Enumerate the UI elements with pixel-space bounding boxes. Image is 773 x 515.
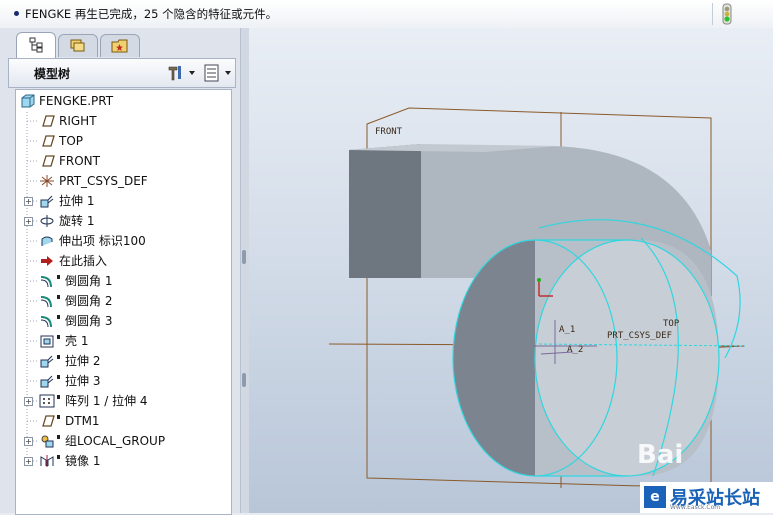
suppressed-marker-icon [57,275,60,279]
tab-model-tree[interactable] [16,32,56,58]
graphics-viewport[interactable]: FRONT TOP PRT_CSYS_DEF A_1 A_2 [249,28,773,513]
site-watermark: e 易采站长站 Www.Easck.Com [640,482,773,513]
tree-item-label: TOP [59,134,84,148]
suppressed-marker-icon [57,355,60,359]
round-icon [40,276,52,288]
navigator-pane: 模型树 FENGKE.PRT RIGHT TOP FRONT PRT_CSYS_… [0,28,240,515]
round-icon [40,296,52,308]
mirror-icon [40,455,54,467]
tree-item-label: 拉伸 2 [65,354,101,368]
csys-label: PRT_CSYS_DEF [607,331,672,341]
tree-item-label: PRT_CSYS_DEF [59,174,148,188]
model-tree-header: 模型树 [8,58,236,88]
tree-item-label: 壳 1 [65,334,89,348]
expand-toggle-icon[interactable]: + [24,197,33,206]
suppressed-marker-icon [57,335,60,339]
model-graphics[interactable]: FRONT TOP PRT_CSYS_DEF A_1 A_2 [249,28,773,513]
tree-item-label: 伸出项 标识100 [59,234,146,248]
tree-item-label: 倒圆角 2 [65,294,113,308]
message-bar-divider [712,3,713,25]
datum-plane-icon [42,155,55,167]
tree-item-label: 组LOCAL_GROUP [65,434,166,448]
model-tree-icon [29,37,43,53]
extrude-icon [40,375,54,388]
tree-item-label: 倒圆角 3 [65,314,113,328]
baidu-watermark: Bai [637,440,684,470]
coordinate-system-icon [40,175,54,187]
splitter-grip[interactable] [242,373,246,387]
favorites-folder-icon [111,39,128,53]
tree-item-label: FRONT [59,154,100,168]
suppressed-marker-icon [57,295,60,299]
round-icon [40,316,52,328]
tab-favorites[interactable] [100,34,140,57]
top-plane-label: TOP [663,319,680,329]
model-tree: FENGKE.PRT RIGHT TOP FRONT PRT_CSYS_DEF + 拉伸 … [15,89,232,515]
site-logo-icon: e [644,486,666,508]
part-icon [21,94,35,108]
datum-plane-icon [42,135,55,147]
expand-toggle-icon[interactable]: + [24,437,33,446]
tree-item-label: DTM1 [65,414,100,428]
tree-item-label: RIGHT [59,114,97,128]
suppressed-marker-icon [57,455,60,459]
expand-toggle-icon[interactable]: + [24,397,33,406]
axis-a2-label: A_2 [567,345,583,355]
model-tree-title: 模型树 [34,67,71,81]
insert-here-arrow-icon [41,256,53,266]
expand-toggle-icon[interactable]: + [24,217,33,226]
expand-toggle-icon[interactable]: + [24,457,33,466]
front-plane-label: FRONT [375,127,403,137]
datum-plane-icon [42,415,55,427]
layers-icon [70,39,85,52]
protrusion-icon [41,236,53,246]
datum-plane-icon [42,115,55,127]
tree-item-label: 拉伸 1 [59,194,95,208]
tree-settings-icon[interactable] [167,63,197,83]
suppressed-marker-icon [57,395,60,399]
status-light-icon[interactable] [719,3,735,25]
extrude-icon [40,355,54,368]
model-tree-tools [167,63,233,83]
tree-root-label: FENGKE.PRT [39,94,114,108]
tree-item-label: 倒圆角 1 [65,274,113,288]
splitter-grip[interactable] [242,250,246,264]
message-bar: FENGKE 再生已完成，25 个隐含的特征或元件。 [0,0,773,29]
tab-layers[interactable] [58,34,98,57]
tree-item-label: 旋转 1 [59,214,95,228]
navigator-tabs [12,32,232,58]
axis-a1-label: A_1 [559,325,575,335]
solid-part [349,144,719,476]
suppressed-marker-icon [57,315,60,319]
pattern-icon [39,394,55,408]
tree-item-label: 镜像 1 [65,454,101,468]
group-icon [41,435,54,448]
status-message: FENGKE 再生已完成，25 个隐含的特征或元件。 [25,7,278,21]
tree-item-label: 在此插入 [59,254,108,268]
message-bullet-icon [14,11,19,16]
tree-item-label: 阵列 1 / 拉伸 4 [65,394,148,408]
extrude-icon [40,195,54,208]
suppressed-marker-icon [57,435,60,439]
suppressed-marker-icon [57,415,60,419]
shell-icon [40,335,54,348]
tree-item-label: 拉伸 3 [65,374,101,388]
suppressed-marker-icon [57,375,60,379]
revolve-icon [40,215,54,227]
tree-display-icon[interactable] [203,63,235,83]
site-url: Www.Easck.Com [670,504,721,511]
